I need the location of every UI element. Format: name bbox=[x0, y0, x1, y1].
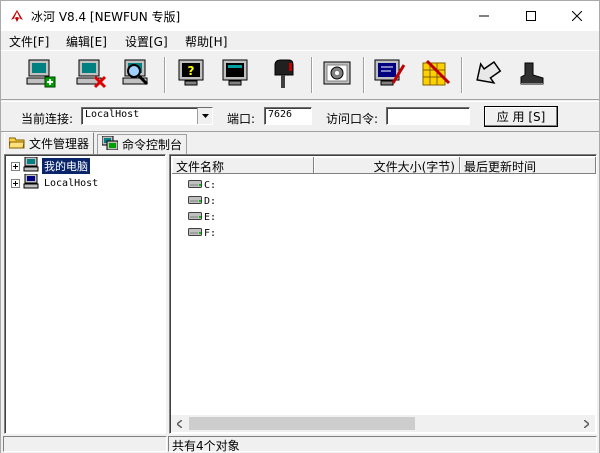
config-icon bbox=[319, 57, 355, 94]
scrollbar-thumb[interactable] bbox=[189, 417, 415, 430]
apply-button[interactable]: 应 用 [S] bbox=[484, 106, 558, 127]
toolbar-separator bbox=[363, 57, 365, 93]
status-bar: 共有4个对象 bbox=[1, 435, 599, 453]
list-item[interactable]: C: bbox=[188, 177, 216, 193]
delete-host-icon bbox=[73, 57, 109, 94]
tab-file-manager[interactable]: 文件管理器 bbox=[4, 132, 95, 154]
port-input[interactable]: 7626 bbox=[264, 107, 312, 125]
help-monitor-button[interactable]: ? bbox=[171, 55, 211, 95]
menu-edit[interactable]: 编辑[E] bbox=[66, 33, 107, 50]
drive-icon bbox=[188, 179, 202, 191]
column-header-name[interactable]: 文件名称 bbox=[172, 157, 314, 174]
ice-river-logo-icon bbox=[9, 8, 25, 24]
mailbox-icon bbox=[265, 57, 301, 94]
tab-bar: 文件管理器 命令控制台 bbox=[1, 131, 599, 154]
toolbar-separator bbox=[164, 57, 166, 93]
tools-button[interactable] bbox=[415, 55, 455, 95]
current-connection-combo[interactable]: LocalHost bbox=[81, 107, 213, 125]
column-header-size[interactable]: 文件大小(字节) bbox=[314, 157, 460, 174]
status-cell-empty bbox=[3, 436, 167, 452]
tree-item-label: 我的电脑 bbox=[42, 158, 90, 174]
expand-icon[interactable] bbox=[11, 178, 20, 188]
menu-settings[interactable]: 设置[G] bbox=[125, 33, 168, 50]
mailbox-button[interactable] bbox=[263, 55, 303, 95]
list-item[interactable]: D: bbox=[188, 193, 216, 209]
scroll-left-icon[interactable] bbox=[171, 415, 188, 432]
screen-capture-button[interactable] bbox=[215, 55, 255, 95]
back-button[interactable] bbox=[467, 55, 507, 95]
exit-button[interactable] bbox=[511, 55, 551, 95]
minimize-icon bbox=[479, 11, 489, 21]
horizontal-scrollbar[interactable] bbox=[171, 415, 595, 432]
tab-file-manager-label: 文件管理器 bbox=[29, 137, 90, 151]
current-connection-value: LocalHost bbox=[85, 109, 140, 120]
drive-label: E: bbox=[204, 211, 217, 223]
password-input[interactable] bbox=[386, 107, 470, 125]
maximize-icon bbox=[526, 11, 536, 21]
back-arrow-icon bbox=[469, 57, 505, 94]
drive-icon bbox=[188, 195, 202, 207]
edit-monitor-button[interactable] bbox=[369, 55, 409, 95]
tree-item-localhost[interactable]: LocalHost bbox=[11, 173, 100, 192]
config-button[interactable] bbox=[317, 55, 357, 95]
column-header-modified[interactable]: 最后更新时间 bbox=[460, 157, 596, 174]
tab-command-console[interactable]: 命令控制台 bbox=[97, 134, 188, 154]
menu-bar: 文件[F] 编辑[E] 设置[G] 帮助[H] bbox=[1, 31, 599, 49]
drive-icon bbox=[188, 211, 202, 223]
tree-item-my-computer[interactable]: 我的电脑 bbox=[11, 156, 90, 175]
window-title: 冰河 V8.4 [NEWFUN 专版] bbox=[31, 10, 181, 24]
port-label: 端口: bbox=[227, 112, 256, 126]
chevron-down-icon[interactable] bbox=[197, 108, 212, 124]
expand-icon[interactable] bbox=[11, 161, 20, 171]
drive-icon bbox=[188, 227, 202, 239]
drive-label: F: bbox=[204, 227, 217, 239]
computer-icon bbox=[23, 173, 39, 192]
computer-icon bbox=[23, 156, 39, 175]
tab-command-console-label: 命令控制台 bbox=[122, 138, 183, 152]
password-label: 访问口令: bbox=[326, 112, 379, 126]
tools-icon bbox=[417, 57, 453, 94]
search-host-button[interactable] bbox=[117, 55, 157, 95]
connection-bar: 当前连接: LocalHost 端口: 7626 访问口令: 应 用 [S] bbox=[1, 101, 599, 129]
search-host-icon bbox=[119, 57, 155, 94]
exit-boot-icon bbox=[513, 57, 549, 94]
toolbar-separator bbox=[461, 57, 463, 93]
list-item[interactable]: E: bbox=[188, 209, 216, 225]
add-host-icon bbox=[23, 57, 59, 94]
menu-file[interactable]: 文件[F] bbox=[9, 33, 49, 50]
console-icon bbox=[101, 135, 119, 153]
toolbar: ? bbox=[1, 50, 599, 100]
screen-capture-icon bbox=[217, 57, 253, 94]
file-list: 文件名称 文件大小(字节) 最后更新时间 C: D: E: F: bbox=[169, 154, 597, 434]
minimize-button[interactable] bbox=[461, 1, 507, 31]
folder-icon bbox=[8, 136, 25, 152]
host-tree: 我的电脑 LocalHost bbox=[4, 154, 166, 434]
close-icon bbox=[572, 11, 582, 21]
delete-host-button[interactable] bbox=[71, 55, 111, 95]
app-window: 冰河 V8.4 [NEWFUN 专版] 文件[F] 编辑[E] 设置[G] 帮助… bbox=[0, 0, 600, 453]
maximize-button[interactable] bbox=[508, 1, 554, 31]
current-connection-label: 当前连接: bbox=[21, 112, 74, 126]
status-text: 共有4个对象 bbox=[168, 436, 597, 453]
close-button[interactable] bbox=[554, 1, 600, 31]
svg-text:?: ? bbox=[188, 64, 195, 78]
help-monitor-icon: ? bbox=[173, 57, 209, 94]
menu-help[interactable]: 帮助[H] bbox=[185, 33, 227, 50]
scroll-right-icon[interactable] bbox=[578, 415, 595, 432]
drive-label: D: bbox=[204, 195, 217, 207]
edit-monitor-icon bbox=[371, 57, 407, 94]
drive-label: C: bbox=[204, 179, 217, 191]
tree-item-label: LocalHost bbox=[44, 177, 99, 189]
toolbar-separator bbox=[311, 57, 313, 93]
add-host-button[interactable] bbox=[21, 55, 61, 95]
list-item[interactable]: F: bbox=[188, 225, 216, 241]
title-bar: 冰河 V8.4 [NEWFUN 专版] bbox=[1, 1, 599, 31]
